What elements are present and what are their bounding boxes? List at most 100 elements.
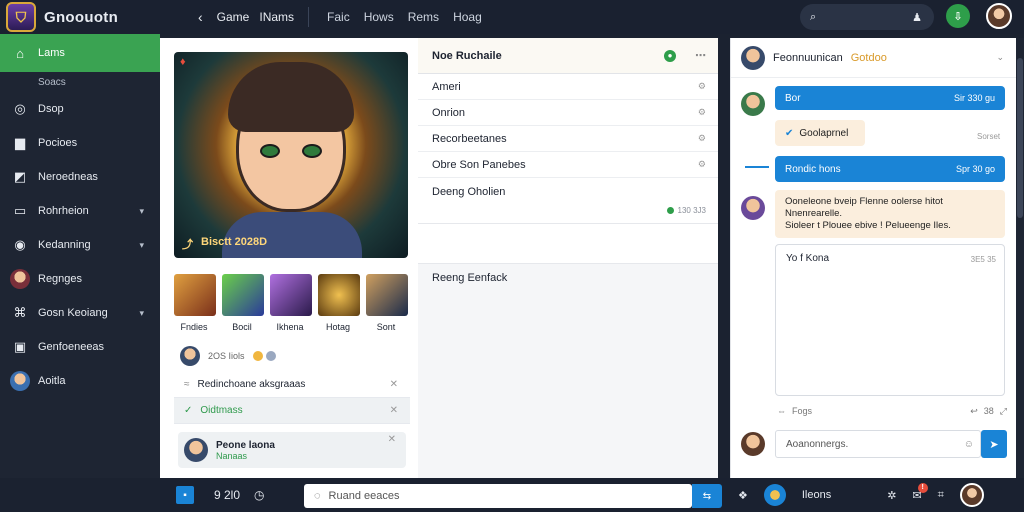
notification-icon[interactable]: ✉! [912, 482, 928, 502]
chat-message[interactable]: Ooneleone bveip Flenne oolerse hitot Nne… [775, 190, 1005, 238]
chat-message[interactable]: Bor Sir 330 gu [775, 86, 1005, 110]
section-block[interactable]: Reeng Eenfack [418, 264, 718, 292]
rank-icon: ♦ [180, 56, 186, 68]
expand-icon[interactable]: ⤢ [1000, 406, 1007, 417]
avatar[interactable] [741, 45, 765, 70]
emoji-icon[interactable]: ☺ [964, 439, 974, 450]
thumbnail-image [366, 274, 408, 316]
link-icon[interactable]: ⇔ [777, 406, 786, 417]
friend-card[interactable]: Peone laona Nanaas ✕ [178, 432, 406, 468]
chat-message[interactable]: Rondic hons Spr 30 go [775, 156, 1005, 182]
hero-portrait[interactable]: ♦ ⤴ Bisctt 2028D [174, 52, 408, 258]
thumbnail-label: Sont [376, 322, 396, 332]
settings-icon[interactable]: ✲ [887, 489, 896, 502]
breadcrumb-item[interactable]: INams [259, 10, 294, 24]
scrollbar[interactable] [1016, 38, 1024, 478]
home-icon: ⌂ [16, 45, 24, 61]
gear-icon[interactable]: ⚙ [698, 133, 706, 144]
search-field[interactable]: ⌕ ♟ [800, 4, 934, 30]
gear-icon[interactable]: ⚙ [698, 107, 706, 118]
thumbnail[interactable]: Sont [366, 274, 408, 332]
nav-item[interactable]: Faic [327, 10, 350, 24]
reply-icon[interactable]: ↩ [970, 406, 978, 417]
thumbnail[interactable]: Bocil [222, 274, 264, 332]
thumbnail[interactable]: Ikhena [270, 274, 312, 332]
breadcrumb-item[interactable]: Game [217, 10, 250, 24]
app-icon[interactable] [763, 484, 786, 506]
sidebar-item-monitor[interactable]: ▭ Rohrheion ▾ [0, 194, 160, 228]
avatar[interactable] [741, 432, 765, 456]
thumbnail[interactable]: Fndies [174, 274, 216, 332]
sidebar-item-accounts[interactable]: Aoitla [0, 364, 160, 398]
sidebar-item-regions[interactable]: Regnges [0, 262, 160, 296]
details-panel: Noe Ruchaile ● ⋯ Ameri ⚙ Onrion ⚙ Recorb… [418, 38, 718, 478]
more-icon[interactable]: ⋯ [695, 49, 706, 62]
avatar[interactable] [180, 346, 200, 366]
close-icon[interactable]: ✕ [388, 434, 396, 445]
notification-badge-icon[interactable]: ⇩ [946, 4, 970, 28]
detail-row[interactable]: Recorbeetanes ⚙ [418, 126, 718, 152]
user-avatar[interactable] [959, 483, 984, 507]
chat-bubble-icon[interactable]: ❖ [738, 489, 748, 502]
sidebar-item-stats[interactable]: ◩ Neroedneas [0, 160, 160, 194]
sidebar-item-home[interactable]: ⌂ Lams [0, 34, 160, 72]
chat-icon: ◌ [314, 490, 321, 502]
profile-icon[interactable]: ♟ [912, 11, 922, 24]
hero-caption: ⤴ Bisctt 2028D [182, 236, 267, 252]
message-input[interactable]: Aoanonnergs. ☺ [775, 430, 981, 458]
search-submit-button[interactable]: ⇆ [692, 484, 722, 508]
detail-row[interactable]: Ameri ⚙ [418, 74, 718, 100]
nav-item[interactable]: Rems [408, 10, 439, 24]
apps-icon[interactable]: ▪ [176, 486, 194, 504]
detail-row[interactable]: Onrion ⚙ [418, 100, 718, 126]
scrollbar-thumb[interactable] [1017, 58, 1023, 218]
message-text: Goolaprnel [799, 127, 849, 139]
clock-icon[interactable]: ◷ [254, 488, 264, 502]
chevron-down-icon[interactable]: ⌄ [996, 52, 1004, 63]
gear-icon[interactable]: ⚙ [698, 159, 706, 170]
send-button[interactable]: ➤ [981, 430, 1007, 458]
share-icon[interactable]: ⤴ [182, 236, 193, 252]
thumbnail[interactable]: Hotag [318, 274, 360, 332]
taskbar-label[interactable]: Ileons [802, 489, 831, 501]
avatar[interactable] [741, 196, 765, 220]
bottom-search-input[interactable]: ◌ Ruand eeaces [304, 484, 692, 508]
logo-icon[interactable]: ⛉ [6, 2, 36, 32]
grid-icon[interactable]: ⌗ [938, 489, 944, 502]
timestamp-text: 130 3J3 [677, 206, 706, 215]
gear-icon[interactable]: ⚙ [698, 81, 706, 92]
footer-label: Fogs [792, 406, 813, 416]
sidebar-item-globe[interactable]: ◉ Kedanning ▾ [0, 228, 160, 262]
chat-message[interactable]: ✔ Goolaprnel [775, 120, 865, 146]
sidebar-item-general[interactable]: ▣ Genfoeneeas [0, 330, 160, 364]
close-icon[interactable]: ✕ [390, 379, 398, 390]
section-block[interactable]: Deeng Oholien 130 3J3 [418, 178, 718, 224]
nav-item[interactable]: Hows [364, 10, 394, 24]
back-arrow-icon[interactable]: ‹ [198, 9, 203, 25]
sidebar-item-gaming[interactable]: ⌘ Gosn Keoiang ▾ [0, 296, 160, 330]
message-time: Sir 330 gu [953, 93, 995, 103]
list-item[interactable]: ✓ Oidtmass ✕ [174, 398, 410, 424]
close-icon[interactable]: ✕ [390, 405, 398, 416]
message-text: Ooneleone bveip Flenne oolerse hitot [785, 196, 943, 207]
taskbar-count[interactable]: 9 2l0 [214, 488, 240, 502]
chevron-down-icon[interactable]: ▾ [139, 240, 144, 251]
reaction-icons[interactable] [252, 351, 276, 361]
detail-row[interactable]: Obre Son Panebes ⚙ [418, 152, 718, 178]
user-avatar[interactable] [986, 3, 1012, 29]
thumbnail-image [270, 274, 312, 316]
draft-message-box[interactable]: Yo f Kona 3E5 35 [775, 244, 1005, 396]
list-item[interactable]: ≈ Redinchoane aksgraaas ✕ [174, 372, 410, 398]
thumbnail-image [222, 274, 264, 316]
message-placeholder: Aoanonnergs. [786, 438, 849, 450]
sidebar-item-discover[interactable]: ◎ Dsop [0, 92, 160, 126]
avatar[interactable] [741, 92, 765, 116]
chevron-down-icon[interactable]: ▾ [139, 308, 144, 319]
group-avatar [10, 371, 30, 391]
thumbnail-image [174, 274, 216, 316]
sidebar-item-folders[interactable]: ▆ Pocioes [0, 126, 160, 160]
sidebar-subitem[interactable]: Soacs [0, 72, 160, 92]
message-text: Sioleer t Plouee ebive ! Pelueenge Iles. [785, 220, 951, 231]
chevron-down-icon[interactable]: ▾ [139, 206, 144, 217]
nav-item[interactable]: Hoag [453, 10, 482, 24]
